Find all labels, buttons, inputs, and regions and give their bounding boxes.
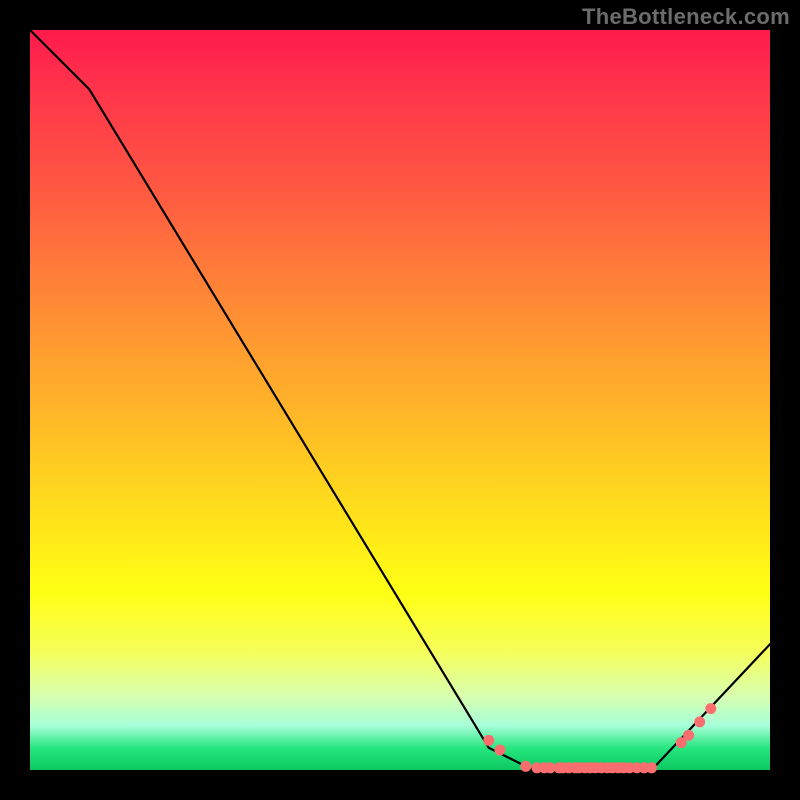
data-point <box>676 738 686 748</box>
chart-svg <box>30 30 770 770</box>
plot-gradient-area <box>30 30 770 770</box>
data-point <box>647 763 657 773</box>
data-point <box>684 730 694 740</box>
chart-frame: TheBottleneck.com <box>0 0 800 800</box>
data-point <box>695 717 705 727</box>
data-point <box>706 704 716 714</box>
data-point <box>484 735 494 745</box>
data-point <box>521 761 531 771</box>
bottleneck-curve-line <box>30 30 770 770</box>
watermark-label: TheBottleneck.com <box>582 4 790 30</box>
data-point <box>495 745 505 755</box>
